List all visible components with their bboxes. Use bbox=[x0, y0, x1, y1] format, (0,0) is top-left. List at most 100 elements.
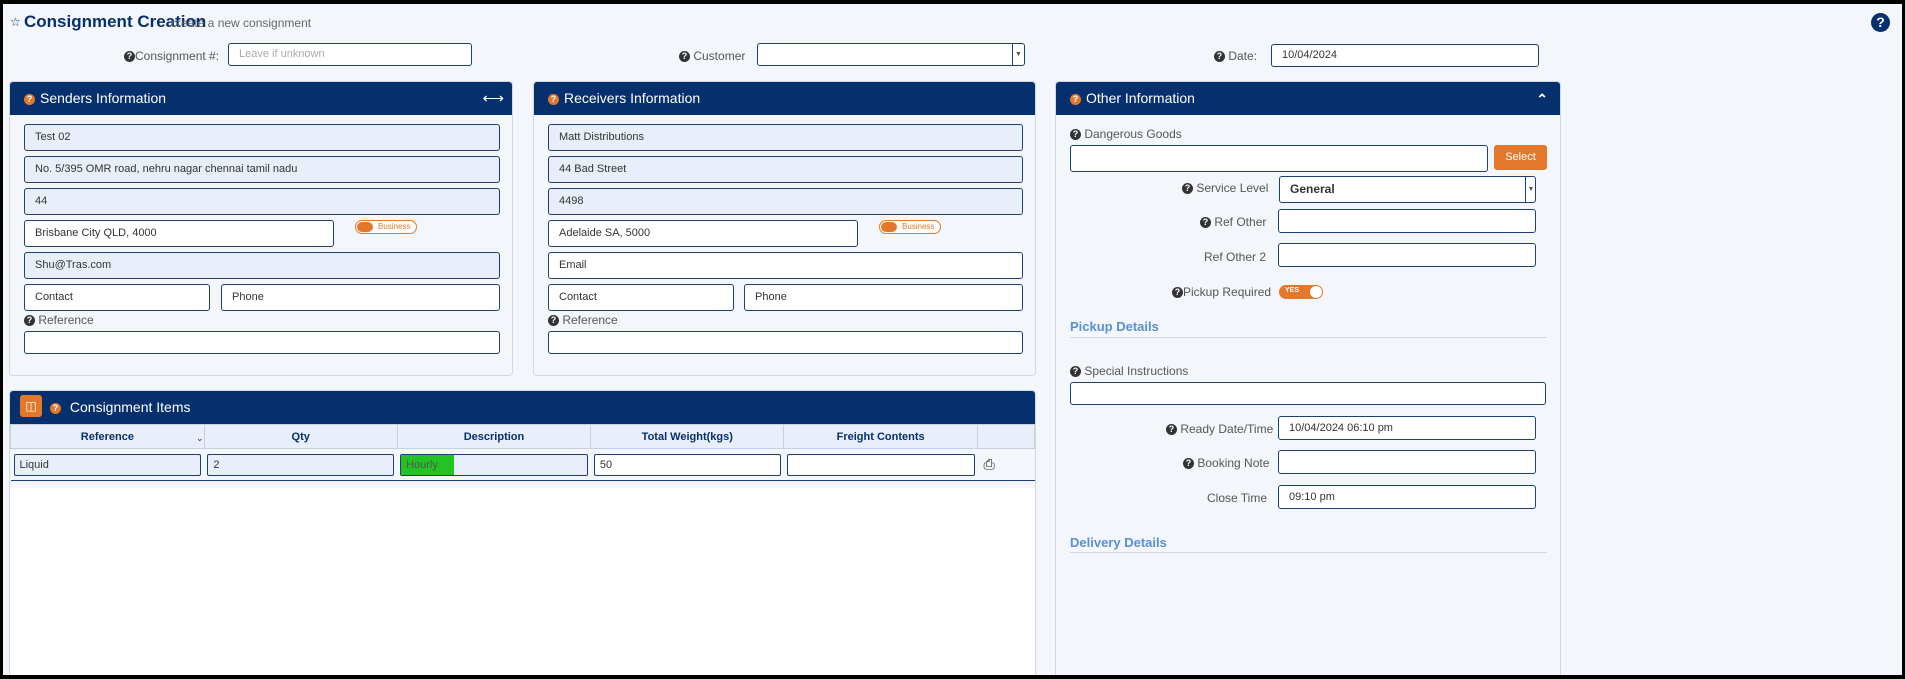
sender-address2-input[interactable]: 44 bbox=[24, 188, 500, 215]
divider bbox=[1070, 337, 1547, 338]
item-description-input[interactable]: Hourly bbox=[400, 453, 588, 476]
question-icon: ? bbox=[1070, 129, 1081, 141]
divider bbox=[1070, 552, 1547, 553]
senders-panel-header: ? Senders Information ⟷ bbox=[10, 82, 512, 115]
other-title: Other Information bbox=[1086, 90, 1195, 106]
sender-city-input[interactable]: Brisbane City QLD, 4000 bbox=[24, 220, 334, 247]
customer-label: ? Customer bbox=[679, 49, 745, 63]
sender-phone-input[interactable]: Phone bbox=[221, 284, 500, 311]
date-input[interactable]: 10/04/2024 bbox=[1271, 44, 1539, 67]
pickup-details-title: Pickup Details bbox=[1070, 319, 1159, 334]
description-highlight: Hourly bbox=[401, 454, 455, 475]
question-icon: ? bbox=[1166, 424, 1177, 436]
sender-reference-label: ? Reference bbox=[24, 313, 94, 327]
sender-contact-input[interactable]: Contact bbox=[24, 284, 210, 311]
question-icon: ? bbox=[1183, 458, 1194, 470]
question-icon: ? bbox=[124, 51, 135, 63]
table-row: Liquid 2 Hourly 50 ⎙ bbox=[10, 448, 1035, 481]
sort-icon[interactable]: ⌄ bbox=[196, 433, 204, 444]
expand-horizontal-icon[interactable]: ⟷ bbox=[482, 82, 504, 115]
question-icon: ? bbox=[24, 93, 35, 105]
receiver-address2-input[interactable]: 4498 bbox=[548, 188, 1023, 215]
items-panel-header: ◫ ? Consignment Items bbox=[10, 391, 1035, 424]
receiver-contact-input[interactable]: Contact bbox=[548, 284, 734, 311]
pickup-required-toggle[interactable]: YES bbox=[1279, 285, 1323, 299]
service-level-label: ? Service Level bbox=[1182, 181, 1268, 195]
dangerous-goods-input[interactable] bbox=[1070, 145, 1488, 172]
column-header-total-weight[interactable]: Total Weight(kgs) bbox=[590, 424, 785, 449]
question-icon: ? bbox=[50, 402, 61, 414]
page: ☆ Consignment Creation create a new cons… bbox=[3, 4, 1902, 675]
question-icon: ? bbox=[1070, 93, 1081, 105]
consignment-number-input[interactable]: Leave if unknown bbox=[228, 43, 472, 66]
receiver-city-input[interactable]: Adelaide SA, 5000 bbox=[548, 220, 858, 247]
receiver-email-input[interactable]: Email bbox=[548, 252, 1023, 279]
booking-note-input[interactable] bbox=[1278, 450, 1536, 474]
receiver-address-input[interactable]: 44 Bad Street bbox=[548, 156, 1023, 183]
print-icon[interactable]: ⎙ bbox=[981, 456, 995, 472]
question-icon: ? bbox=[548, 315, 559, 327]
column-header-actions bbox=[977, 424, 1035, 449]
item-reference-input[interactable]: Liquid bbox=[13, 453, 202, 476]
ref-other-label: ? Ref Other bbox=[1200, 215, 1266, 229]
items-table-body bbox=[10, 488, 1035, 675]
customer-select[interactable] bbox=[757, 43, 1025, 66]
ready-datetime-input[interactable]: 10/04/2024 06:10 pm bbox=[1278, 416, 1536, 440]
pickup-required-label: ? Pickup Required bbox=[1172, 285, 1271, 299]
other-panel-header: ? Other Information ⌃ bbox=[1056, 82, 1560, 115]
sender-reference-input[interactable] bbox=[24, 331, 500, 354]
special-instructions-input[interactable] bbox=[1070, 382, 1546, 405]
delivery-details-title: Delivery Details bbox=[1070, 535, 1167, 550]
senders-title: Senders Information bbox=[40, 90, 167, 106]
ref-other-2-input[interactable] bbox=[1278, 243, 1536, 267]
other-panel: ? Other Information ⌃ ? Dangerous Goods S… bbox=[1055, 81, 1561, 675]
question-icon: ? bbox=[1182, 183, 1193, 195]
date-label: ? Date: bbox=[1214, 49, 1257, 63]
consignment-number-label: ? Consignment #: bbox=[124, 49, 219, 63]
sender-business-toggle[interactable]: Business bbox=[355, 220, 417, 234]
column-header-qty[interactable]: Qty bbox=[203, 424, 398, 449]
column-header-reference[interactable]: Reference bbox=[10, 424, 205, 449]
question-icon: ? bbox=[1214, 51, 1225, 63]
question-icon: ? bbox=[24, 315, 35, 327]
ref-other-2-label: Ref Other 2 bbox=[1204, 250, 1267, 264]
item-freight-input[interactable] bbox=[786, 453, 975, 476]
receivers-title: Receivers Information bbox=[564, 90, 701, 106]
dropdown-caret-icon[interactable]: ▼ bbox=[1525, 177, 1536, 202]
receiver-reference-input[interactable] bbox=[548, 331, 1023, 354]
ready-datetime-label: ? Ready Date/Time bbox=[1166, 422, 1273, 436]
sender-name-input[interactable]: Test 02 bbox=[24, 124, 500, 151]
help-icon[interactable]: ? bbox=[1871, 13, 1890, 32]
receiver-business-toggle[interactable]: Business bbox=[879, 220, 941, 234]
columns-icon[interactable]: ◫ bbox=[20, 395, 42, 417]
question-icon: ? bbox=[1172, 287, 1183, 299]
receiver-phone-input[interactable]: Phone bbox=[744, 284, 1023, 311]
question-icon: ? bbox=[1070, 366, 1081, 378]
item-qty-input[interactable]: 2 bbox=[207, 453, 395, 476]
chevron-up-icon[interactable]: ⌃ bbox=[1536, 83, 1548, 116]
close-time-label: Close Time bbox=[1207, 491, 1268, 505]
items-title: Consignment Items bbox=[69, 399, 191, 415]
question-icon: ? bbox=[679, 51, 690, 63]
receivers-panel-header: ? Receivers Information bbox=[534, 82, 1035, 115]
column-header-description[interactable]: Description bbox=[396, 424, 592, 449]
close-time-input[interactable]: 09:10 pm bbox=[1278, 485, 1536, 509]
receiver-name-input[interactable]: Matt Distributions bbox=[548, 124, 1023, 151]
items-table: Reference Qty Description Total Weight(k… bbox=[10, 424, 1035, 481]
page-subtitle: create a new consignment bbox=[171, 16, 312, 30]
special-instructions-label: ? Special Instructions bbox=[1070, 364, 1188, 378]
sender-address-input[interactable]: No. 5/395 OMR road, nehru nagar chennai … bbox=[24, 156, 500, 183]
senders-panel: ? Senders Information ⟷ Test 02 No. 5/395… bbox=[9, 81, 513, 376]
question-icon: ? bbox=[1200, 217, 1211, 229]
receivers-panel: ? Receivers Information Matt Distribution… bbox=[533, 81, 1036, 376]
booking-note-label: ? Booking Note bbox=[1183, 456, 1269, 470]
items-panel: ◫ ? Consignment Items Reference Qty Desc… bbox=[9, 390, 1036, 675]
column-header-freight-contents[interactable]: Freight Contents bbox=[783, 424, 979, 449]
ref-other-input[interactable] bbox=[1278, 209, 1536, 233]
star-icon[interactable]: ☆ bbox=[10, 15, 21, 29]
select-button[interactable]: Select bbox=[1494, 145, 1547, 170]
item-weight-input[interactable]: 50 bbox=[593, 453, 781, 476]
sender-email-input[interactable]: Shu@Tras.com bbox=[24, 252, 500, 279]
service-level-select[interactable]: General bbox=[1279, 176, 1536, 203]
dropdown-caret-icon[interactable]: ▼ bbox=[1012, 44, 1024, 65]
